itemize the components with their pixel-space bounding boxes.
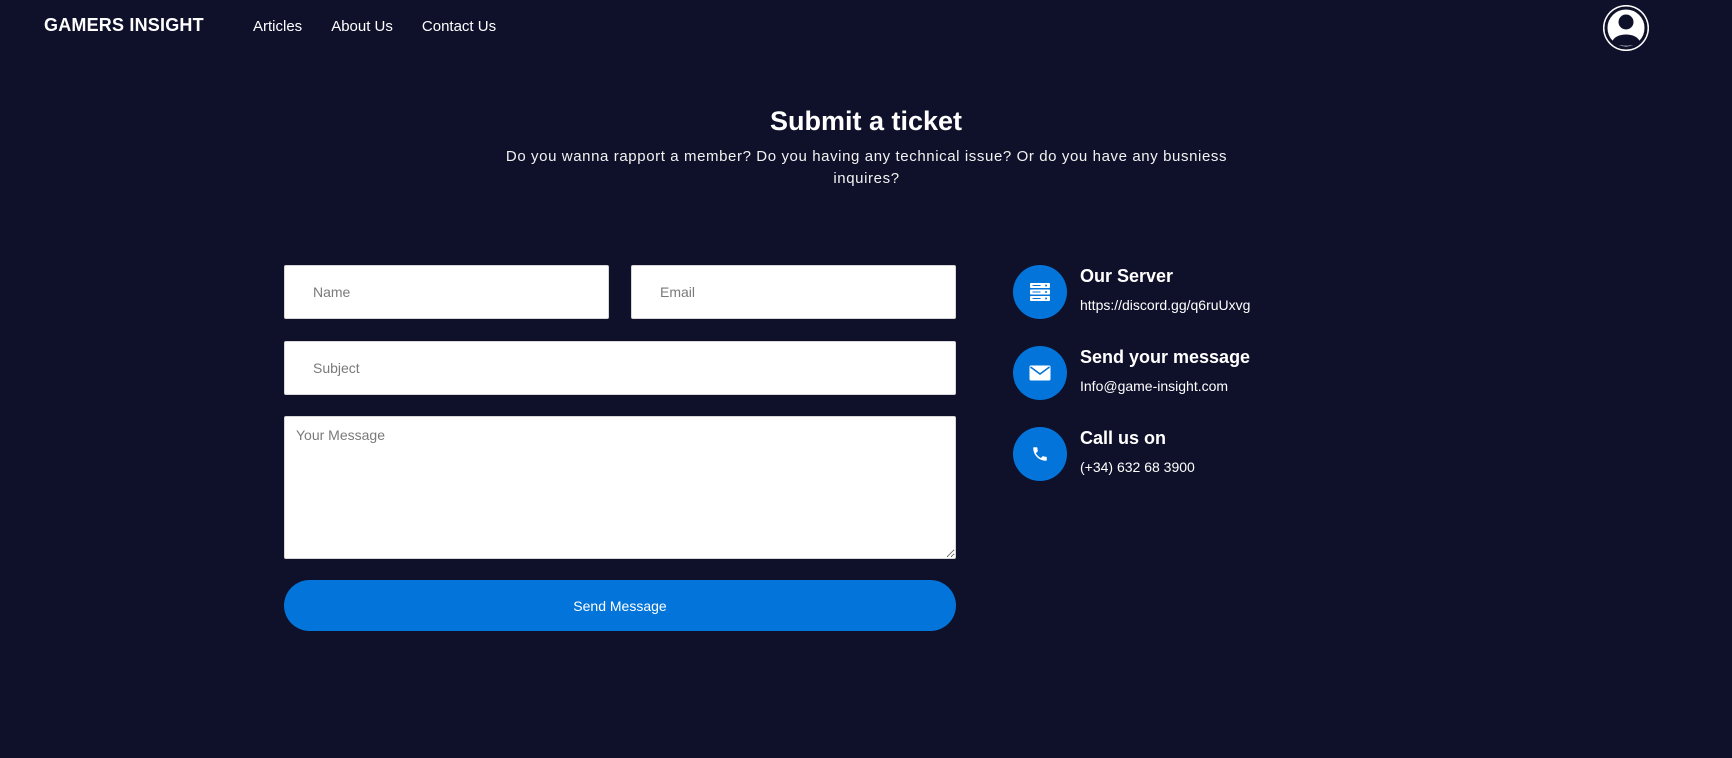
main-nav: Articles About Us Contact Us [253, 18, 525, 35]
site-header: GAMERS INSIGHT Articles About Us Contact… [0, 0, 1732, 54]
discord-link[interactable]: https://discord.gg/q6ruUxvg [1080, 297, 1250, 313]
contact-item-title: Our Server [1080, 266, 1174, 286]
contact-item-server: Our Server https://discord.gg/q6ruUxvg [1013, 265, 1413, 325]
name-input[interactable] [284, 265, 609, 319]
envelope-icon [1013, 346, 1067, 400]
contact-item-title: Send your message [1080, 347, 1251, 367]
contact-item-message: Send your message Info@game-insight.com [1013, 346, 1413, 406]
email-link[interactable]: Info@game-insight.com [1080, 378, 1228, 394]
phone-icon [1013, 427, 1067, 481]
page-subtitle: Do you wanna rapport a member? Do you ha… [505, 148, 1228, 187]
brand-logo[interactable]: GAMERS INSIGHT [44, 15, 204, 36]
send-message-button[interactable]: Send Message [284, 580, 956, 631]
server-icon [1013, 265, 1067, 319]
page-title: Submit a ticket [769, 106, 963, 136]
contact-item-call: Call us on (+34) 632 68 3900 [1013, 427, 1413, 487]
phone-number[interactable]: (+34) 632 68 3900 [1080, 459, 1195, 475]
message-textarea[interactable] [284, 416, 956, 559]
contact-item-title: Call us on [1080, 428, 1167, 448]
email-input[interactable] [631, 265, 956, 319]
user-avatar-icon[interactable] [1603, 5, 1649, 51]
nav-link-contact-us[interactable]: Contact Us [422, 18, 496, 35]
subject-input[interactable] [284, 341, 956, 395]
nav-link-about-us[interactable]: About Us [331, 18, 393, 35]
nav-link-articles[interactable]: Articles [253, 18, 302, 35]
